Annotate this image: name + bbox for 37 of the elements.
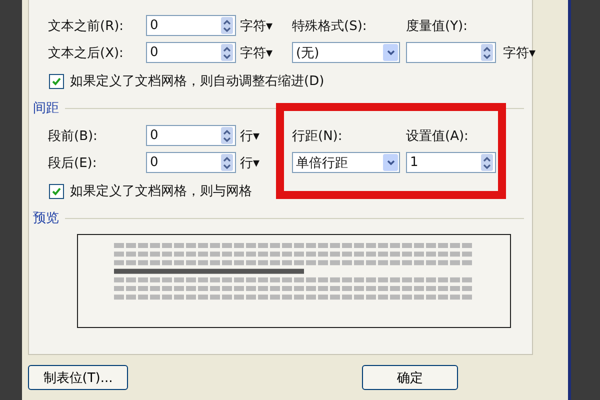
spinner-icon[interactable] — [221, 44, 233, 61]
unit-dropdown[interactable]: 字符▾ — [240, 16, 273, 34]
dialog-button[interactable]: 确定 — [362, 365, 458, 390]
section-heading: 间距 — [33, 100, 59, 117]
field-label: 特殊格式(S): — [292, 18, 367, 34]
spinner-icon[interactable] — [221, 127, 233, 144]
unit-dropdown[interactable]: 字符▾ — [503, 44, 536, 62]
number-field[interactable]: 0 — [146, 15, 236, 36]
section-heading: 预览 — [33, 210, 59, 227]
spinner-icon[interactable] — [481, 154, 493, 171]
number-field[interactable]: 0 — [146, 152, 236, 173]
checkmark-icon — [51, 186, 62, 196]
checkbox-label: 如果定义了文档网格，则自动调整右缩进(D) — [70, 73, 324, 90]
spinner-icon[interactable] — [481, 44, 493, 61]
field-label: 行距(N): — [292, 128, 342, 144]
dialog-button[interactable]: 制表位(T)... — [28, 365, 128, 390]
number-field[interactable]: 0 — [146, 42, 236, 63]
checkbox[interactable] — [49, 74, 64, 88]
field-label: 文本之后(X): — [48, 44, 124, 62]
unit-dropdown[interactable]: 字符▾ — [240, 44, 273, 62]
number-field[interactable]: 0 — [146, 125, 236, 146]
unit-dropdown[interactable]: 行▾ — [240, 154, 260, 172]
unit-dropdown[interactable]: 行▾ — [240, 126, 260, 144]
number-field[interactable] — [406, 42, 496, 63]
field-label: 设置值(A): — [406, 128, 468, 144]
spinner-icon[interactable] — [221, 154, 233, 171]
field-label: 度量值(Y): — [406, 18, 468, 34]
field-label: 段前(B): — [48, 128, 98, 144]
dropdown[interactable]: (无) — [292, 42, 400, 63]
checkmark-icon — [51, 76, 62, 86]
field-label: 段后(E): — [48, 154, 97, 172]
number-field[interactable]: 1 — [406, 152, 496, 173]
spinner-icon[interactable] — [221, 17, 233, 34]
checkbox[interactable] — [49, 184, 64, 198]
field-label: 文本之前(R): — [48, 18, 124, 34]
dropdown[interactable]: 单倍行距 — [292, 152, 400, 173]
checkbox-label: 如果定义了文档网格，则与网格 — [70, 183, 252, 200]
